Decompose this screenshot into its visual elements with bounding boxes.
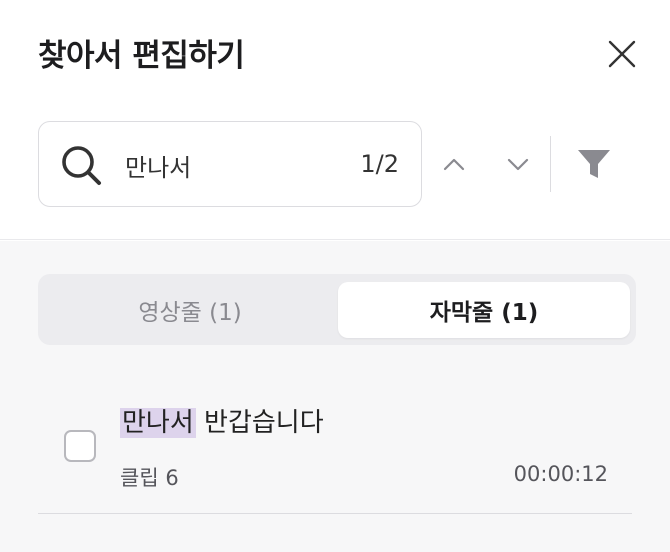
toolbar-divider bbox=[550, 136, 551, 192]
close-button[interactable] bbox=[600, 32, 644, 76]
clip-label: 클립 6 bbox=[120, 466, 179, 490]
tab-video-lines[interactable]: 영상줄 (1) bbox=[44, 282, 336, 338]
result-checkbox[interactable] bbox=[64, 430, 96, 462]
filter-icon bbox=[578, 150, 610, 178]
chevron-up-icon bbox=[443, 158, 465, 171]
timestamp: 00:00:12 bbox=[513, 462, 608, 486]
search-icon bbox=[62, 146, 101, 185]
previous-match-button[interactable] bbox=[432, 142, 476, 186]
result-item[interactable]: 만나서 반갑습니다 클립 6 00:00:12 bbox=[38, 380, 632, 514]
filter-button[interactable] bbox=[572, 142, 616, 186]
close-icon bbox=[608, 40, 636, 68]
search-panel-header: 찾아서 편집하기 1/2 bbox=[0, 0, 670, 240]
result-line-text: 만나서 반갑습니다 bbox=[120, 402, 324, 439]
page-title: 찾아서 편집하기 bbox=[38, 38, 245, 74]
chevron-down-icon bbox=[507, 158, 529, 171]
match-count: 1/2 bbox=[360, 150, 399, 178]
next-match-button[interactable] bbox=[496, 142, 540, 186]
search-input[interactable] bbox=[125, 148, 345, 182]
match-highlight: 만나서 bbox=[120, 408, 196, 438]
segment-control: 영상줄 (1) 자막줄 (1) bbox=[38, 274, 636, 345]
result-line-rest: 반갑습니다 bbox=[195, 408, 324, 438]
search-field[interactable]: 1/2 bbox=[38, 121, 422, 207]
tab-subtitle-lines[interactable]: 자막줄 (1) bbox=[338, 282, 630, 338]
